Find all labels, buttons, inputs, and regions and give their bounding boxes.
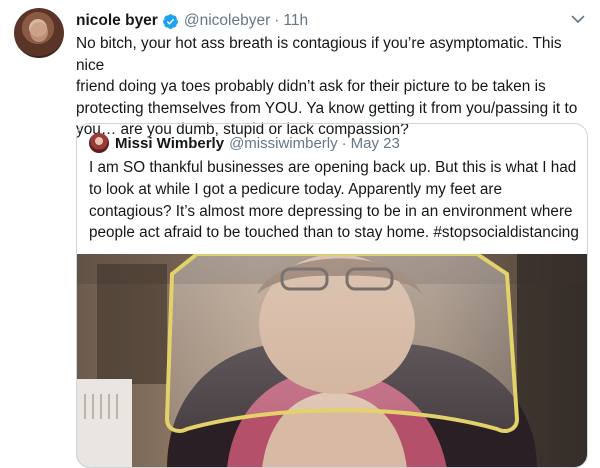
verified-badge-icon (162, 13, 178, 29)
display-name[interactable]: nicole byer (76, 12, 158, 30)
quoted-display-name: Missi Wimberly (115, 134, 225, 152)
quoted-handle: @missiwimberly (229, 134, 338, 152)
timestamp[interactable]: 11h (283, 12, 308, 30)
separator-dot: · (341, 134, 347, 152)
chevron-down-icon[interactable] (570, 11, 586, 27)
quoted-avatar (89, 133, 109, 153)
avatar[interactable] (14, 8, 64, 58)
separator-dot: · (274, 12, 280, 29)
quoted-tweet[interactable]: Missi Wimberly @missiwimberly · May 23 I… (76, 123, 588, 468)
handle[interactable]: @nicolebyer (184, 12, 270, 30)
tweet: nicole byer @nicolebyer · 11h No bitch, … (0, 0, 600, 468)
tweet-header: nicole byer @nicolebyer · 11h (76, 10, 308, 32)
quoted-date: May 23 (350, 134, 400, 152)
quoted-photo[interactable] (77, 254, 588, 468)
quoted-tweet-header: Missi Wimberly @missiwimberly · May 23 (89, 133, 400, 153)
quoted-tweet-text: I am SO thankful businesses are opening … (89, 159, 579, 242)
